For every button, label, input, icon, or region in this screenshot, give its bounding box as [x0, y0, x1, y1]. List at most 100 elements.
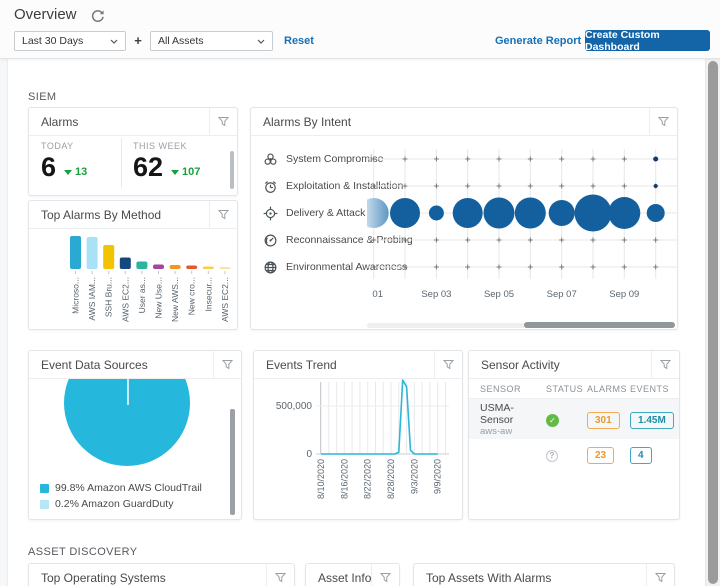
svg-text:New AWS...: New AWS... [170, 277, 180, 322]
intent-card-title: Alarms By Intent [263, 114, 352, 129]
add-filter-button[interactable]: + [131, 31, 145, 51]
col-alarms: ALARMS [587, 383, 628, 394]
asset-filter-select[interactable]: All Assets [150, 31, 273, 51]
trend-down-icon [171, 169, 180, 175]
svg-text:AWS EC2...: AWS EC2... [120, 277, 130, 322]
siem-section-label: SIEM [28, 91, 57, 103]
svg-text:9/9/2020: 9/9/2020 [433, 459, 443, 494]
svg-text:8/10/2020: 8/10/2020 [316, 459, 326, 499]
filter-button[interactable] [646, 564, 674, 586]
svg-text:Sep 07: Sep 07 [547, 289, 577, 300]
top-os-card-title: Top Operating Systems [41, 570, 166, 585]
sensor-table-body: USMA-Sensor aws-aw ✓ 301 1.45M? 23 4 [469, 399, 679, 469]
sensor-name: USMA-Sensor aws-aw [480, 401, 514, 437]
filter-button[interactable] [371, 564, 399, 586]
svg-text:Insecur...: Insecur... [203, 277, 213, 312]
svg-text:Microso...: Microso... [71, 277, 81, 314]
events-count-badge[interactable]: 4 [630, 446, 652, 464]
alarms-card-title: Alarms [41, 114, 79, 129]
filter-button[interactable] [434, 351, 462, 378]
svg-text:9/3/2020: 9/3/2020 [409, 459, 419, 494]
legend-label: 0.2% Amazon GuardDuty [55, 498, 174, 510]
filter-button[interactable] [649, 108, 677, 135]
create-custom-dashboard-button[interactable]: Create Custom Dashboard [585, 29, 710, 53]
alarms-count-badge[interactable]: 23 [587, 446, 615, 464]
alarms-card: Alarms TODAY 6 13 THIS WEEK 62 107 [28, 107, 238, 196]
week-value: 62 [133, 152, 164, 182]
filter-button[interactable] [266, 564, 294, 586]
alarms-by-intent-card: Alarms By Intent System Compromise Explo… [250, 107, 678, 330]
top-assets-card-title: Top Assets With Alarms [426, 570, 552, 585]
chevron-down-icon [110, 39, 118, 44]
pie-legend-guardduty: 0.2% Amazon GuardDuty [40, 498, 173, 510]
col-status: STATUS [546, 383, 584, 394]
time-range-value: Last 30 Days [22, 35, 84, 47]
funnel-icon [443, 360, 454, 370]
status-unknown-icon: ? [546, 445, 587, 463]
alarms-today-stat: TODAY 6 13 [41, 141, 87, 181]
event-sources-pie-chart [64, 379, 190, 466]
top-alarms-by-method-card: Top Alarms By Method Microso... AWS IAM..… [28, 200, 238, 330]
today-delta: 13 [75, 166, 88, 178]
svg-text:Sep 03: Sep 03 [421, 289, 451, 300]
funnel-icon [218, 210, 229, 220]
alarms-by-intent-bubble-chart: 01 Sep 03 Sep 05 Sep 07 Sep 09 [367, 149, 677, 300]
svg-text:Sep 05: Sep 05 [484, 289, 514, 300]
event-sources-card-title: Event Data Sources [41, 357, 148, 372]
week-delta: 107 [182, 166, 201, 178]
this-week-label: THIS WEEK [133, 141, 188, 151]
event-data-sources-card: Event Data Sources 99.8% Amazon AWS Clou… [28, 350, 242, 520]
svg-text:8/28/2020: 8/28/2020 [386, 459, 396, 499]
top-alarms-bar-chart: Microso... AWS IAM... SSH Bru... AWS EC2...… [70, 236, 231, 322]
usm-dashboard: Overview Last 30 Days + All Assets Reset… [0, 0, 720, 586]
svg-text:8/22/2020: 8/22/2020 [363, 459, 373, 499]
sensor-row[interactable]: USMA-Sensor aws-aw ✓ 301 1.45M [469, 399, 679, 439]
intent-hscrollbar-thumb[interactable] [524, 322, 675, 328]
svg-text:Sep 09: Sep 09 [609, 289, 639, 300]
asset-info-card-title: Asset Infor... [318, 570, 371, 585]
chevron-down-icon [257, 39, 265, 44]
svg-text:AWS EC2...: AWS EC2... [220, 277, 230, 322]
svg-text:AWS IAM...: AWS IAM... [87, 277, 97, 321]
page-scrollbar-thumb[interactable] [708, 61, 718, 584]
top-assets-with-alarms-card: Top Assets With Alarms [413, 563, 675, 586]
stat-divider [121, 138, 122, 188]
time-range-select[interactable]: Last 30 Days [14, 31, 126, 51]
generate-report-label: Generate Report [495, 35, 582, 47]
top-alarms-card-title: Top Alarms By Method [41, 207, 162, 222]
svg-text:8/16/2020: 8/16/2020 [339, 459, 349, 499]
filter-button[interactable] [213, 351, 241, 378]
funnel-icon [380, 573, 391, 583]
sensor-activity-card: Sensor Activity SENSOR STATUS ALARMS EVE… [468, 350, 680, 520]
reset-button[interactable]: Reset [284, 35, 314, 47]
events-count-badge[interactable]: 1.45M [630, 411, 674, 429]
page-title: Overview [14, 6, 77, 23]
asset-information-card: Asset Infor... [305, 563, 400, 586]
col-events: EVENTS [630, 383, 670, 394]
legend-label: 99.8% Amazon AWS CloudTrail [55, 482, 202, 494]
refresh-icon[interactable] [90, 9, 105, 24]
legend-swatch [40, 499, 49, 509]
today-value: 6 [41, 152, 57, 182]
filter-button[interactable] [209, 108, 237, 135]
filter-button[interactable] [209, 201, 237, 228]
trend-down-icon [64, 169, 73, 175]
sensor-card-title: Sensor Activity [481, 357, 560, 372]
funnel-icon [658, 117, 669, 127]
events-trend-line-chart: 500,000 0 8/10/2020 8/16/2020 8/22/2020 8/28/… [276, 379, 449, 499]
today-label: TODAY [41, 141, 74, 151]
alarms-count-badge[interactable]: 301 [587, 411, 620, 429]
svg-text:New cro...: New cro... [187, 277, 197, 315]
filter-button[interactable] [651, 351, 679, 378]
card-scrollbar[interactable] [230, 409, 235, 515]
svg-text:SSH Bru...: SSH Bru... [104, 277, 114, 317]
funnel-icon [655, 573, 666, 583]
events-trend-card: Events Trend 500,000 0 8/10/2020 8/16/2020 8… [253, 350, 463, 520]
card-scrollbar[interactable] [230, 151, 234, 189]
alarms-week-stat: THIS WEEK 62 107 [133, 141, 200, 181]
col-sensor: SENSOR [480, 383, 522, 394]
events-trend-card-title: Events Trend [266, 357, 337, 372]
funnel-icon [222, 360, 233, 370]
svg-text:01: 01 [372, 289, 383, 300]
sensor-row[interactable]: ? 23 4 [469, 439, 679, 469]
